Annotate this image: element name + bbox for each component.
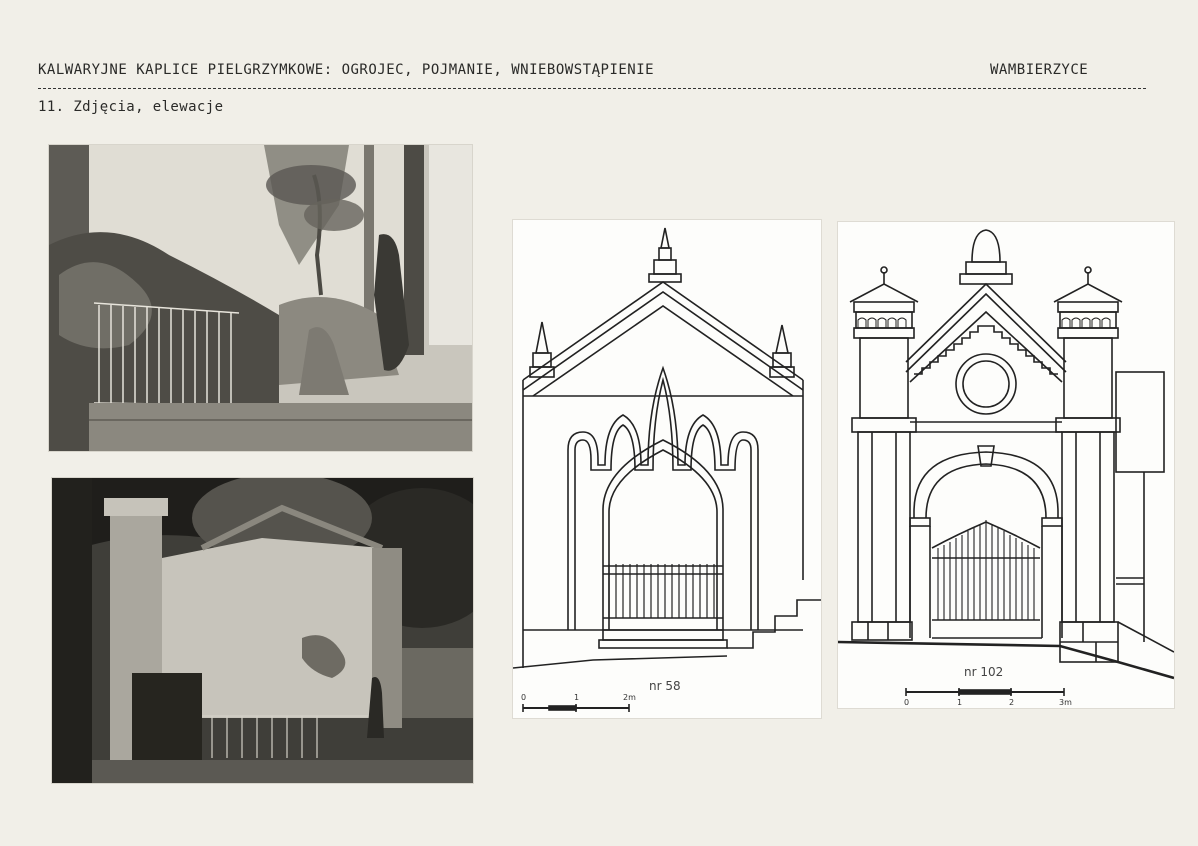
drawing-label: nr 102: [964, 665, 1004, 679]
document-sheet: KALWARYJNE KAPLICE PIELGRZYMKOWE: OGROJE…: [0, 0, 1198, 846]
photo-garden-scene: [49, 145, 472, 451]
scale-label-0: 0: [521, 693, 527, 702]
elevation-drawing-nr58: nr 58 0 1 2m: [513, 220, 821, 718]
scale-label-1: 1: [957, 698, 963, 707]
photo-chapel-exterior: [52, 478, 473, 783]
scale-label-2: 2m: [623, 693, 636, 702]
elevation-drawing-nr102: nr 102 0 1 2 3m: [838, 222, 1174, 708]
scale-label-2: 2: [1009, 698, 1015, 707]
drawing-label: nr 58: [649, 679, 681, 693]
scale-label-0: 0: [904, 698, 910, 707]
document-title: KALWARYJNE KAPLICE PIELGRZYMKOWE: OGROJE…: [38, 62, 655, 78]
section-subtitle: 11. Zdjęcia, elewacje: [38, 99, 224, 115]
header-rule: [38, 88, 1146, 89]
scale-label-1: 1: [574, 693, 580, 702]
location-label: WAMBIERZYCE: [990, 62, 1089, 78]
scale-label-3: 3m: [1059, 698, 1072, 707]
